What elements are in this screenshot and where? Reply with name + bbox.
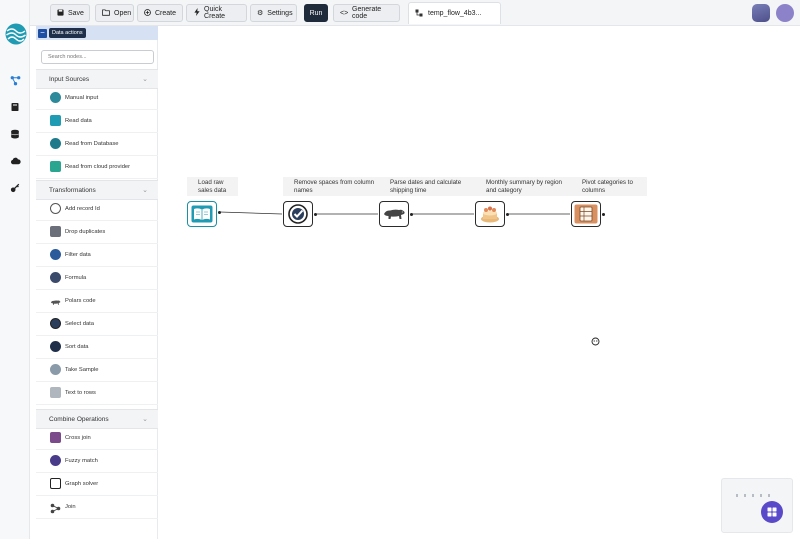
node-item-label: Polars code [65,298,96,304]
section-transformations[interactable]: Transformations ⌄ [36,180,158,200]
node-item-label: Take Sample [65,367,99,373]
node-item-filter-data[interactable]: Filter data [36,244,158,267]
node-select-data[interactable] [283,201,313,227]
node-item-label: Add record Id [65,206,100,212]
cursor-icon [591,333,600,346]
node-group-by[interactable] [475,201,505,227]
chevron-down-icon: ⌄ [142,76,148,83]
node-polars-code[interactable] [379,201,409,227]
node-1-output-handle[interactable] [218,211,221,214]
node-item-add-record-id[interactable]: Add record Id [36,198,158,221]
formula-icon [50,272,61,283]
grid-icon [767,507,777,517]
cloud-icon [50,161,61,172]
node-item-read-data[interactable]: Read data [36,110,158,133]
node-item-label: Join [65,504,76,510]
node-2-output-handle[interactable] [314,213,317,216]
summary-icon [481,206,499,223]
node-item-formula[interactable]: Formula [36,267,158,290]
text-rows-icon [50,387,61,398]
node-item-take-sample[interactable]: Take Sample [36,359,158,382]
node-item-label: Text to rows [65,390,96,396]
panel-header: − Data actions [36,26,158,40]
node-item-label: Select data [65,321,95,327]
cross-join-icon [50,432,61,443]
book-icon [50,115,61,126]
node-item-read-database[interactable]: Read from Database [36,133,158,156]
node-label-3: Parse dates and calculate shipping time [379,177,475,196]
chevron-down-icon: ⌄ [142,416,148,423]
polar-bear-icon [384,209,405,219]
sample-icon [50,364,61,375]
node-item-label: Read from cloud provider [65,164,131,170]
join-icon [50,501,61,514]
node-item-polars-code[interactable]: Polars code [36,290,158,313]
node-item-label: Formula [65,275,87,281]
node-3-output-handle[interactable] [410,213,413,216]
node-item-label: Cross join [65,435,91,441]
sort-icon [50,341,61,352]
node-item-label: Sort data [65,344,89,350]
node-item-label: Drop duplicates [65,229,106,235]
node-label-4: Monthly summary by region and category [475,177,571,196]
node-item-text-to-rows[interactable]: Text to rows [36,382,158,405]
node-item-read-cloud[interactable]: Read from cloud provider [36,156,158,179]
section-combine-operations[interactable]: Combine Operations ⌄ [36,409,158,429]
node-item-drop-duplicates[interactable]: Drop duplicates [36,221,158,244]
app-window: Save Open Create Quick Create ⚙ Settings… [0,0,800,539]
minimap[interactable] [721,478,793,533]
node-item-label: Manual input [65,95,99,101]
node-item-join[interactable]: Join [36,496,158,519]
node-item-manual-input[interactable]: Manual input [36,87,158,110]
node-item-sort-data[interactable]: Sort data [36,336,158,359]
minimap-nodes [736,494,770,497]
collapse-panel-button[interactable]: − [38,29,47,38]
fuzzy-match-icon [50,455,61,466]
check-icon [288,204,308,224]
record-id-icon [50,203,61,214]
manual-input-icon [50,92,61,103]
node-item-label: Filter data [65,252,91,258]
node-item-label: Read from Database [65,141,119,147]
check-icon [50,318,61,329]
search-nodes-input[interactable] [41,50,154,64]
section-title: Input Sources [49,76,90,83]
panel-title: Data actions [49,28,86,38]
section-title: Combine Operations [49,416,109,423]
node-pivot[interactable] [571,201,601,227]
edge-1-2 [219,211,283,215]
graph-solver-icon [50,478,61,489]
filter-icon [50,249,61,260]
polar-bear-icon [50,295,61,306]
node-item-graph-solver[interactable]: Graph solver [36,473,158,496]
database-icon [50,138,61,149]
section-title: Transformations [49,187,96,194]
node-label-5: Pivot categories to columns [571,177,647,196]
node-item-label: Fuzzy match [65,458,98,464]
node-item-fuzzy-match[interactable]: Fuzzy match [36,450,158,473]
node-panel: − Data actions Input Sources ⌄ Manual in… [36,26,158,539]
section-input-sources[interactable]: Input Sources ⌄ [36,69,158,89]
node-item-select-data[interactable]: Select data [36,313,158,336]
pivot-icon [574,204,598,224]
node-label-1: Load raw sales data [187,177,238,196]
node-5-output-handle[interactable] [602,213,605,216]
node-item-label: Read data [65,118,92,124]
node-item-cross-join[interactable]: Cross join [36,427,158,450]
book-icon [191,205,213,223]
duplicates-icon [50,226,61,237]
chevron-down-icon: ⌄ [142,187,148,194]
apps-grid-button[interactable] [761,501,783,523]
node-4-output-handle[interactable] [506,213,509,216]
node-label-2: Remove spaces from column names [283,177,379,196]
node-item-label: Graph solver [65,481,99,487]
node-read-data[interactable] [187,201,217,227]
